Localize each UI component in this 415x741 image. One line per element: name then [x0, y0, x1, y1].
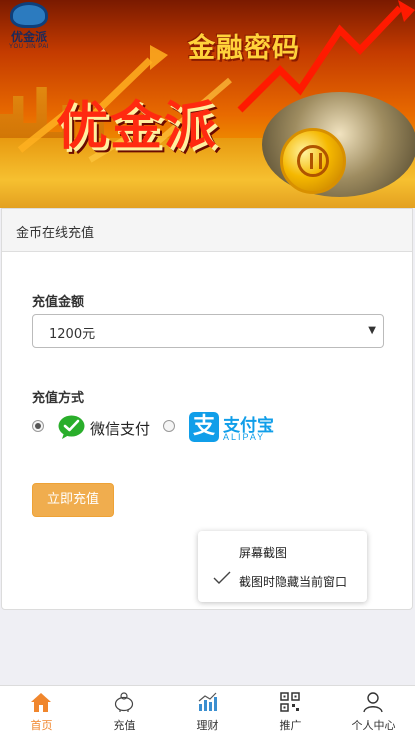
nav-item-promote[interactable]: 推广	[249, 686, 332, 741]
amount-selected-value: 1200元	[49, 327, 96, 342]
caret-down-icon: ▼	[368, 325, 376, 336]
card-header: 金币在线充值	[2, 209, 412, 252]
banner-title: 优金派	[56, 98, 219, 156]
screenshot-context-menu: 屏幕截图 截图时隐藏当前窗口	[198, 531, 367, 602]
alipay-icon: 支	[189, 412, 219, 442]
nav-item-profile[interactable]: 个人中心	[332, 686, 415, 741]
nav-item-recharge[interactable]: 充值	[83, 686, 166, 741]
nav-label-finance: 理财	[196, 719, 219, 732]
app-logo: 优金派 YOU JIN PAI	[4, 2, 54, 54]
user-icon	[363, 692, 383, 713]
logo-subtitle: YOU JIN PAI	[8, 44, 50, 50]
banner-tagline: 金融密码	[188, 33, 300, 63]
nav-label-promote: 推广	[279, 719, 302, 732]
piggy-bank-icon	[114, 692, 134, 712]
amount-select[interactable]: 1200元 ▼	[32, 314, 384, 348]
logo-mark-icon	[10, 2, 48, 28]
home-icon	[31, 693, 51, 712]
method-label: 充值方式	[32, 391, 85, 406]
wechat-pay-label: 微信支付	[90, 420, 151, 438]
recharge-now-button[interactable]: 立即充值	[32, 483, 114, 517]
nav-label-profile: 个人中心	[351, 719, 396, 732]
checkmark-icon	[213, 571, 231, 584]
amount-label: 充值金额	[32, 295, 85, 310]
bottom-nav: 首页 充值 理财 推广 个人中心	[0, 685, 415, 741]
alipay-english-label: ALIPAY	[223, 432, 266, 442]
wechat-pay-icon	[58, 415, 85, 439]
nav-label-home: 首页	[30, 719, 53, 732]
bar-chart-icon	[198, 692, 217, 711]
nav-item-home[interactable]: 首页	[0, 686, 83, 741]
coin-emblem-icon	[297, 145, 329, 177]
menu-item-hide-window[interactable]: 截图时隐藏当前窗口	[239, 573, 347, 590]
logo-name: 优金派	[10, 30, 47, 44]
nav-label-recharge: 充值	[113, 719, 136, 732]
alipay-radio[interactable]	[163, 420, 175, 432]
menu-item-screenshot[interactable]: 屏幕截图	[239, 544, 287, 561]
promo-banner: 优金派 YOU JIN PAI 金融密码 优金派	[0, 0, 415, 208]
wechat-radio[interactable]	[32, 420, 44, 432]
qr-code-icon	[280, 692, 300, 712]
nav-item-finance[interactable]: 理财	[166, 686, 249, 741]
gold-coin-icon	[280, 128, 346, 194]
